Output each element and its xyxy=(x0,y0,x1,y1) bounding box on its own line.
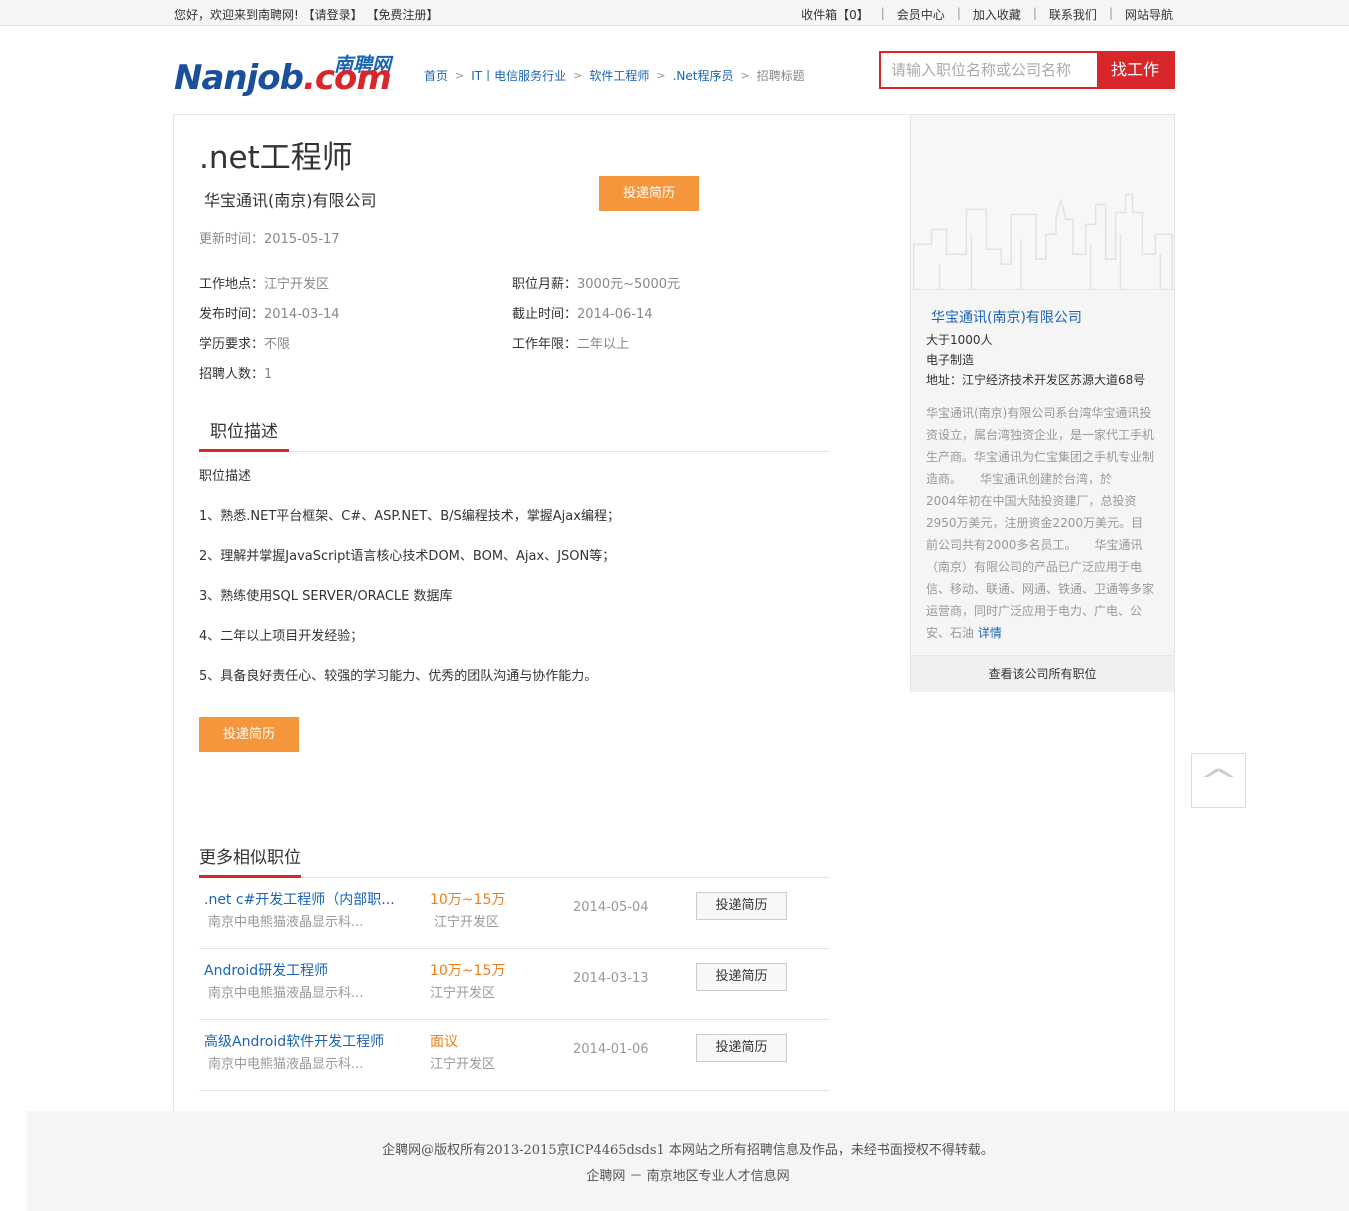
company-address: 地址：江宁经济技术开发区苏源大道68号 xyxy=(926,373,1146,387)
sidebar-company-name[interactable]: 华宝通讯(南京)有限公司 xyxy=(931,307,1082,327)
breadcrumb: 首页 > IT丨电信服务行业 > 软件工程师 > .Net程序员 > 招聘标题 xyxy=(424,67,805,84)
similar-job-salary: 面议 xyxy=(430,1034,458,1050)
site-logo[interactable]: 南聘网 Nanjob.com xyxy=(174,50,406,98)
similar-job-location: 江宁开发区 xyxy=(434,915,500,930)
similar-job-row: Android研发工程师 南京中电熊猫液晶显示科... 10万~15万 江宁开发… xyxy=(199,949,829,1020)
apply-button-bottom[interactable]: 投递简历 xyxy=(199,717,299,752)
similar-job-row: 高级Android软件开发工程师 南京中电熊猫液晶显示科... 面议 江宁开发区… xyxy=(199,1020,829,1091)
work-experience: 工作年限：二年以上 xyxy=(512,337,630,352)
contact-us-link[interactable]: 联系我们 xyxy=(1037,6,1109,23)
footer-tagline: 企聘网 － 南京地区专业人才信息网 xyxy=(586,1169,790,1184)
search-bar: 找工作 xyxy=(879,51,1175,89)
breadcrumb-industry[interactable]: IT丨电信服务行业 xyxy=(471,67,566,84)
similar-job-location: 江宁开发区 xyxy=(430,1057,496,1072)
register-link[interactable]: 【免费注册】 xyxy=(366,8,438,22)
similar-job-date: 2014-05-04 xyxy=(573,900,649,915)
chevron-right-icon: > xyxy=(656,69,666,82)
top-bar: 您好，欢迎来到南聘网! 【请登录】 【免费注册】 收件箱【0】 | 会员中心 | 加… xyxy=(0,0,1349,26)
hiring-count: 招聘人数：1 xyxy=(199,367,273,382)
update-time: 更新时间：2015-05-17 xyxy=(199,232,340,247)
section-title-description: 职位描述 xyxy=(210,422,278,442)
inbox-link[interactable]: 收件箱【0】 xyxy=(789,6,881,23)
similar-job-apply-button[interactable]: 投递简历 xyxy=(696,892,787,920)
similar-job-company[interactable]: 南京中电熊猫液晶显示科... xyxy=(208,911,363,930)
city-skyline-image xyxy=(911,115,1174,290)
similar-job-salary: 10万~15万 xyxy=(430,963,506,979)
welcome-area: 您好，欢迎来到南聘网! 【请登录】 【免费注册】 xyxy=(174,6,439,23)
top-links: 收件箱【0】 | 会员中心 | 加入收藏 | 联系我们 | 网站导航 xyxy=(789,6,1173,23)
deadline-date: 截止时间：2014-06-14 xyxy=(512,307,653,322)
add-favorite-link[interactable]: 加入收藏 xyxy=(961,6,1033,23)
company-industry: 电子制造 xyxy=(926,353,975,367)
section-underline xyxy=(199,449,289,452)
description-item: 2、理解并掌握JavaScript语言核心技术DOM、BOM、Ajax、JSON… xyxy=(199,549,616,564)
publish-date: 发布时间：2014-03-14 xyxy=(199,307,340,322)
similar-job-title[interactable]: Android研发工程师 xyxy=(204,960,328,980)
similar-job-salary: 10万~15万 xyxy=(430,892,506,908)
back-to-top-button[interactable]: ^ xyxy=(1191,753,1246,808)
education-requirement: 学历要求：不限 xyxy=(199,337,291,352)
company-intro: 华宝通讯(南京)有限公司系台湾华宝通讯投 资设立，属台湾独资企业，是一家代工手机… xyxy=(926,406,1155,640)
similar-job-date: 2014-03-13 xyxy=(573,971,649,986)
all-company-jobs-button[interactable]: 查看该公司所有职位 xyxy=(911,655,1174,692)
monthly-salary: 职位月薪：3000元~5000元 xyxy=(512,277,681,292)
similar-job-apply-button[interactable]: 投递简历 xyxy=(696,1034,787,1062)
login-link[interactable]: 【请登录】 xyxy=(303,8,363,22)
job-title: .net工程师 xyxy=(199,140,353,176)
search-button[interactable]: 找工作 xyxy=(1097,53,1173,87)
description-item: 1、熟悉.NET平台框架、C#、ASP.NET、B/S编程技术，掌握Ajax编程… xyxy=(199,509,620,524)
description-item: 4、二年以上项目开发经验； xyxy=(199,629,364,644)
chevron-right-icon: > xyxy=(455,69,465,82)
section-title-similar-jobs: 更多相似职位 xyxy=(199,848,301,868)
breadcrumb-current: 招聘标题 xyxy=(756,69,805,83)
apply-button-top[interactable]: 投递简历 xyxy=(599,176,699,211)
divider xyxy=(199,451,829,452)
search-input[interactable] xyxy=(881,53,1097,87)
footer-copyright: 企聘网@版权所有2013-2015京ICP4465dsds1 本网站之所有招聘信… xyxy=(382,1143,994,1158)
description-subtitle: 职位描述 xyxy=(199,469,252,484)
similar-job-company[interactable]: 南京中电熊猫液晶显示科... xyxy=(208,982,363,1001)
logo-en-text: Nanjob.com xyxy=(174,58,392,98)
caret-up-icon: ^ xyxy=(1198,764,1239,799)
member-center-link[interactable]: 会员中心 xyxy=(885,6,957,23)
chevron-right-icon: > xyxy=(740,69,750,82)
company-name[interactable]: 华宝通讯(南京)有限公司 xyxy=(204,187,377,211)
similar-job-title[interactable]: .net c#开发工程师（内部职... xyxy=(204,889,395,909)
work-location: 工作地点：江宁开发区 xyxy=(199,277,330,292)
breadcrumb-subcategory[interactable]: .Net程序员 xyxy=(673,67,734,84)
similar-job-title[interactable]: 高级Android软件开发工程师 xyxy=(204,1031,384,1051)
description-item: 3、熟练使用SQL SERVER/ORACLE 数据库 xyxy=(199,589,453,604)
similar-job-location: 江宁开发区 xyxy=(430,986,496,1001)
breadcrumb-home[interactable]: 首页 xyxy=(424,67,448,84)
description-item: 5、具备良好责任心、较强的学习能力、优秀的团队沟通与协作能力。 xyxy=(199,669,598,684)
similar-job-apply-button[interactable]: 投递简历 xyxy=(696,963,787,991)
company-details-link[interactable]: 详情 xyxy=(978,626,1002,640)
company-size: 大于1000人 xyxy=(926,333,993,347)
chevron-right-icon: > xyxy=(573,69,583,82)
welcome-text: 您好，欢迎来到南聘网! xyxy=(174,8,299,22)
similar-job-date: 2014-01-06 xyxy=(573,1042,649,1057)
company-sidebar: 华宝通讯(南京)有限公司 大于1000人 电子制造 地址：江宁经济技术开发区苏源… xyxy=(910,115,1175,692)
site-nav-link[interactable]: 网站导航 xyxy=(1113,6,1173,23)
similar-job-row: .net c#开发工程师（内部职... 南京中电熊猫液晶显示科... 10万~1… xyxy=(199,878,829,949)
similar-job-company[interactable]: 南京中电熊猫液晶显示科... xyxy=(208,1053,363,1072)
breadcrumb-category[interactable]: 软件工程师 xyxy=(589,67,649,84)
footer: 企聘网@版权所有2013-2015京ICP4465dsds1 本网站之所有招聘信… xyxy=(27,1111,1349,1211)
